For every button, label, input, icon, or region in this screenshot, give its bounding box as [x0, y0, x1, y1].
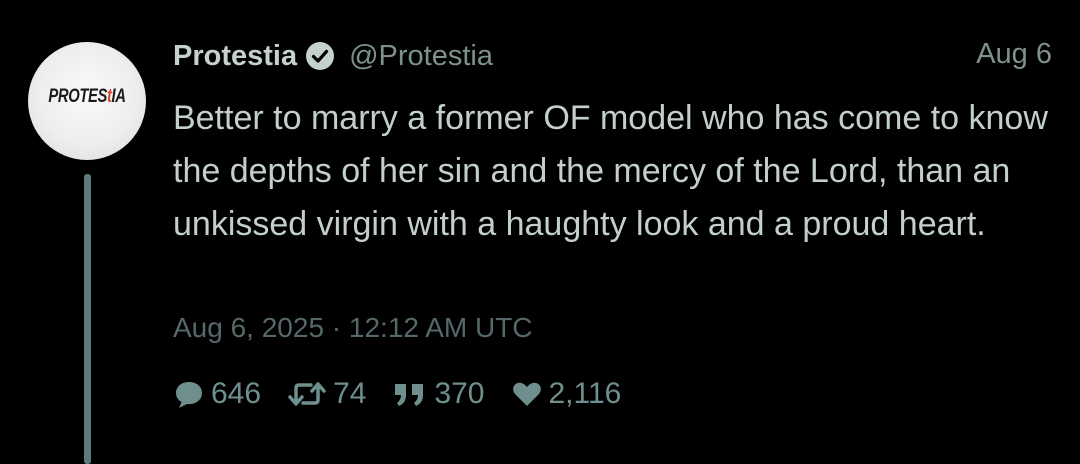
avatar-logo: PROTEStIA: [48, 86, 126, 107]
handle[interactable]: @Protestia: [349, 40, 493, 73]
thread-line: [84, 174, 91, 464]
tweet-timestamp[interactable]: Aug 6, 2025 · 12:12 AM UTC: [173, 312, 533, 344]
tweet-date[interactable]: Aug 6: [976, 38, 1052, 71]
like-count: 2,116: [548, 377, 622, 410]
speech-bubble-icon: [176, 382, 202, 408]
tweet-header: Protestia @Protestia: [173, 36, 493, 76]
retweet-arrows-icon: [288, 382, 326, 406]
tweet-text: Better to marry a former OF model who ha…: [173, 99, 1048, 243]
display-name[interactable]: Protestia: [173, 40, 297, 73]
like-stat[interactable]: 2,116: [511, 377, 622, 411]
verified-check-icon: [306, 42, 335, 70]
quote-count: 370: [434, 377, 485, 410]
retweet-stat[interactable]: 74: [287, 377, 366, 411]
avatar[interactable]: PROTEStIA: [28, 42, 146, 160]
tweet-stats: 646 74 370 2,116: [173, 374, 647, 414]
heart-icon: [512, 382, 541, 406]
comment-stat[interactable]: 646: [173, 377, 261, 411]
comment-count: 646: [211, 377, 262, 410]
retweet-count: 74: [333, 377, 367, 410]
tweet: PROTEStIA Protestia @Protestia Aug 6 Bet…: [0, 0, 1080, 464]
quote-marks-icon: [395, 384, 424, 406]
quote-stat[interactable]: 370: [392, 377, 485, 411]
